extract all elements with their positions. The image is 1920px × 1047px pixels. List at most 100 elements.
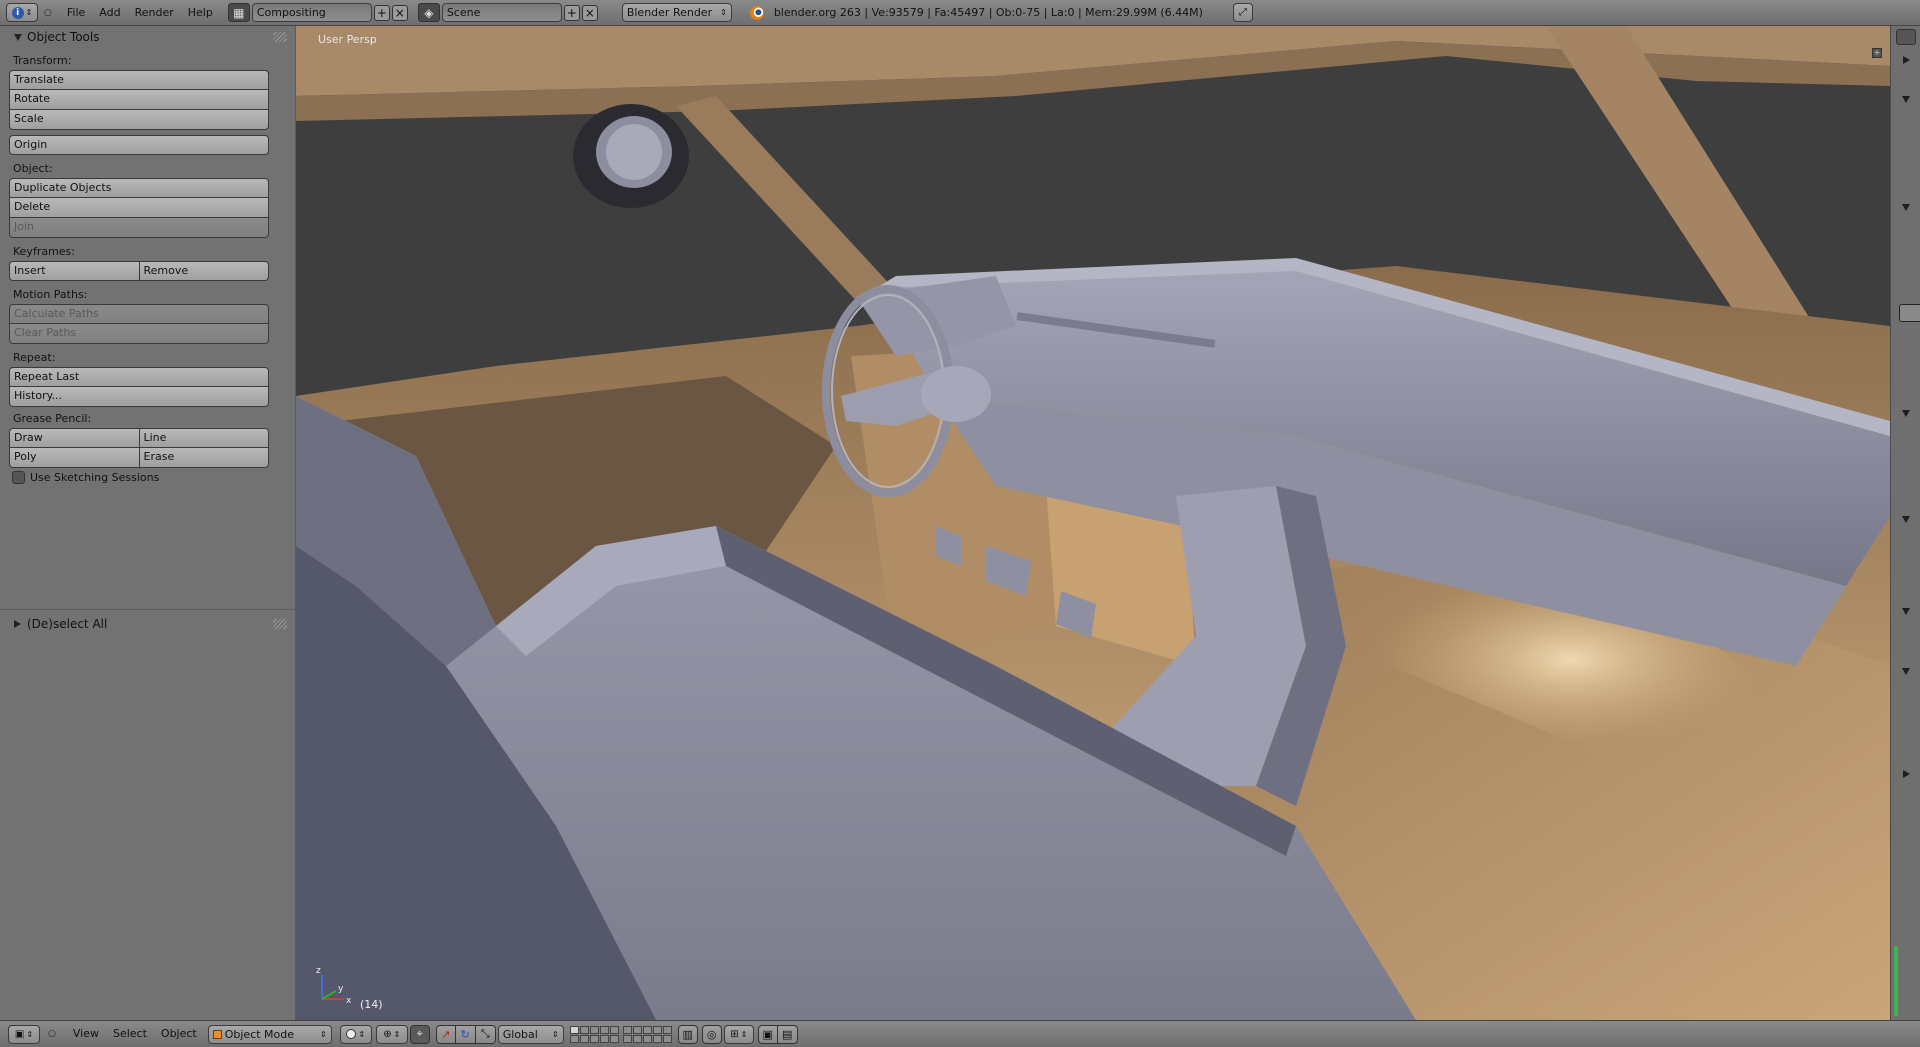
collapse-menu-icon[interactable]: ○ [48, 1029, 56, 1039]
screen-layout-field[interactable]: Compositing [251, 3, 372, 22]
screen-layout-name: Compositing [256, 6, 326, 19]
viewport-shading-button[interactable]: ⇕ [339, 1024, 372, 1044]
menu-view[interactable]: View [66, 1021, 106, 1047]
delete-scene-icon[interactable]: × [581, 4, 598, 21]
pivot-point-button[interactable]: ⊕ ⇕ [375, 1024, 408, 1044]
gp-draw-button[interactable]: Draw [9, 428, 139, 448]
menu-file[interactable]: File [60, 0, 92, 26]
properties-region[interactable] [1890, 26, 1920, 1020]
layer-button[interactable] [652, 1034, 662, 1043]
layer-button[interactable] [642, 1034, 652, 1043]
origin-button[interactable]: Origin [9, 135, 269, 155]
render-engine-select[interactable]: Blender Render ⇕ [621, 3, 732, 22]
layer-button[interactable] [622, 1025, 632, 1034]
layers-grid-b[interactable] [622, 1025, 672, 1043]
panel-grip-icon[interactable] [273, 32, 287, 42]
layers-grid-a[interactable] [569, 1025, 619, 1043]
scale-manipulator-icon[interactable]: ⤡ [475, 1024, 496, 1044]
layer-button[interactable] [662, 1025, 672, 1034]
rotate-button[interactable]: Rotate [9, 90, 269, 110]
insert-keyframe-button[interactable]: Insert [9, 261, 139, 281]
grease-pencil-label: Grease Pencil: [13, 412, 92, 425]
clear-paths-button[interactable]: Clear Paths [9, 324, 269, 344]
info-editor-type-button[interactable]: i ⇕ [6, 3, 38, 22]
properties-header-icon[interactable] [1896, 29, 1916, 45]
panel-collapse-icon[interactable] [1902, 516, 1910, 523]
repeat-last-button[interactable]: Repeat Last [9, 367, 269, 387]
panel-expand-icon[interactable] [1903, 56, 1910, 64]
menu-help[interactable]: Help [181, 0, 220, 26]
layer-button[interactable] [609, 1034, 619, 1043]
layer-button[interactable] [579, 1025, 589, 1034]
object-tools-panel-header[interactable]: Object Tools [0, 26, 295, 48]
layer-button[interactable] [662, 1034, 672, 1043]
panel-expand-icon[interactable] [1903, 770, 1910, 778]
history-button[interactable]: History... [9, 387, 269, 407]
scrollbar[interactable] [1894, 946, 1898, 1016]
scene-icon[interactable]: ◈ [417, 3, 440, 22]
chevron-updown-icon: ⇕ [320, 1029, 327, 1039]
info-icon: i [11, 6, 24, 19]
layer-button[interactable] [642, 1025, 652, 1034]
panel-collapse-icon[interactable] [1902, 608, 1910, 615]
layer-button[interactable] [579, 1034, 589, 1043]
layer-button[interactable] [609, 1025, 619, 1034]
mode-select[interactable]: Object Mode ⇕ [207, 1024, 332, 1044]
collapse-menu-icon[interactable]: ○ [44, 8, 52, 18]
panel-collapse-icon[interactable] [1902, 96, 1910, 103]
pivot-icon: ⊕ [383, 1028, 392, 1040]
panel-collapse-icon[interactable] [1902, 668, 1910, 675]
scene-field[interactable]: Scene [441, 3, 562, 22]
gp-poly-button[interactable]: Poly [9, 448, 139, 468]
fullscreen-icon[interactable]: ⤢ [1232, 3, 1253, 22]
chevron-updown-icon: ⇕ [720, 8, 727, 17]
rotate-manipulator-icon[interactable]: ↻ [455, 1024, 476, 1044]
3d-viewport[interactable]: User Persp z x y (14) + [296, 26, 1890, 1020]
menu-select[interactable]: Select [106, 1021, 154, 1047]
join-button[interactable]: Join [9, 218, 269, 238]
calculate-paths-button[interactable]: Calculate Paths [9, 304, 269, 324]
panel-grip-icon[interactable] [273, 619, 287, 629]
gp-erase-button[interactable]: Erase [138, 448, 269, 468]
remove-keyframe-button[interactable]: Remove [138, 261, 269, 281]
delete-screen-icon[interactable]: × [391, 4, 408, 21]
layer-button[interactable] [632, 1034, 642, 1043]
layer-button[interactable] [569, 1025, 579, 1034]
sketching-sessions-row[interactable]: Use Sketching Sessions [0, 468, 295, 486]
scale-button[interactable]: Scale [9, 110, 269, 130]
add-scene-icon[interactable]: + [563, 4, 580, 21]
viewport-resize-handle-icon[interactable]: + [1872, 48, 1882, 58]
layer-button[interactable] [599, 1034, 609, 1043]
gp-line-button[interactable]: Line [138, 428, 269, 448]
menu-render[interactable]: Render [128, 0, 181, 26]
panel-collapse-icon[interactable] [1902, 204, 1910, 211]
sketching-sessions-checkbox[interactable] [12, 470, 25, 484]
snap-element-button[interactable]: ⊞ ⇕ [723, 1024, 754, 1044]
layer-button[interactable] [589, 1034, 599, 1043]
delete-button[interactable]: Delete [9, 198, 269, 218]
panel-collapse-icon[interactable] [1902, 410, 1910, 417]
menu-add[interactable]: Add [92, 0, 127, 26]
render-animation-icon[interactable]: ▤ [777, 1024, 798, 1044]
render-opengl-icon[interactable]: ▣ [757, 1024, 778, 1044]
transform-orientation-select[interactable]: Global ⇕ [497, 1024, 564, 1044]
add-screen-icon[interactable]: + [373, 4, 390, 21]
layer-button[interactable] [652, 1025, 662, 1034]
menu-object[interactable]: Object [154, 1021, 204, 1047]
operator-panel-header[interactable]: (De)select All [0, 613, 295, 635]
layer-button[interactable] [632, 1025, 642, 1034]
layer-button[interactable] [589, 1025, 599, 1034]
proportional-edit-icon[interactable]: ◎ [701, 1024, 722, 1044]
screen-layout-icon[interactable]: ▦ [227, 3, 250, 22]
manipulator-toggle-icon[interactable]: ⌖ [409, 1024, 430, 1044]
translate-button[interactable]: Translate [9, 70, 269, 90]
editor-type-button[interactable]: ▣ ⇕ [8, 1024, 40, 1044]
duplicate-objects-button[interactable]: Duplicate Objects [9, 178, 269, 198]
translate-manipulator-icon[interactable]: ↗ [435, 1024, 456, 1044]
layer-button[interactable] [622, 1034, 632, 1043]
repeat-label: Repeat: [13, 351, 56, 364]
lock-camera-icon[interactable]: ▥ [677, 1024, 698, 1044]
panel-tab-icon[interactable] [1899, 304, 1920, 322]
layer-button[interactable] [569, 1034, 579, 1043]
layer-button[interactable] [599, 1025, 609, 1034]
